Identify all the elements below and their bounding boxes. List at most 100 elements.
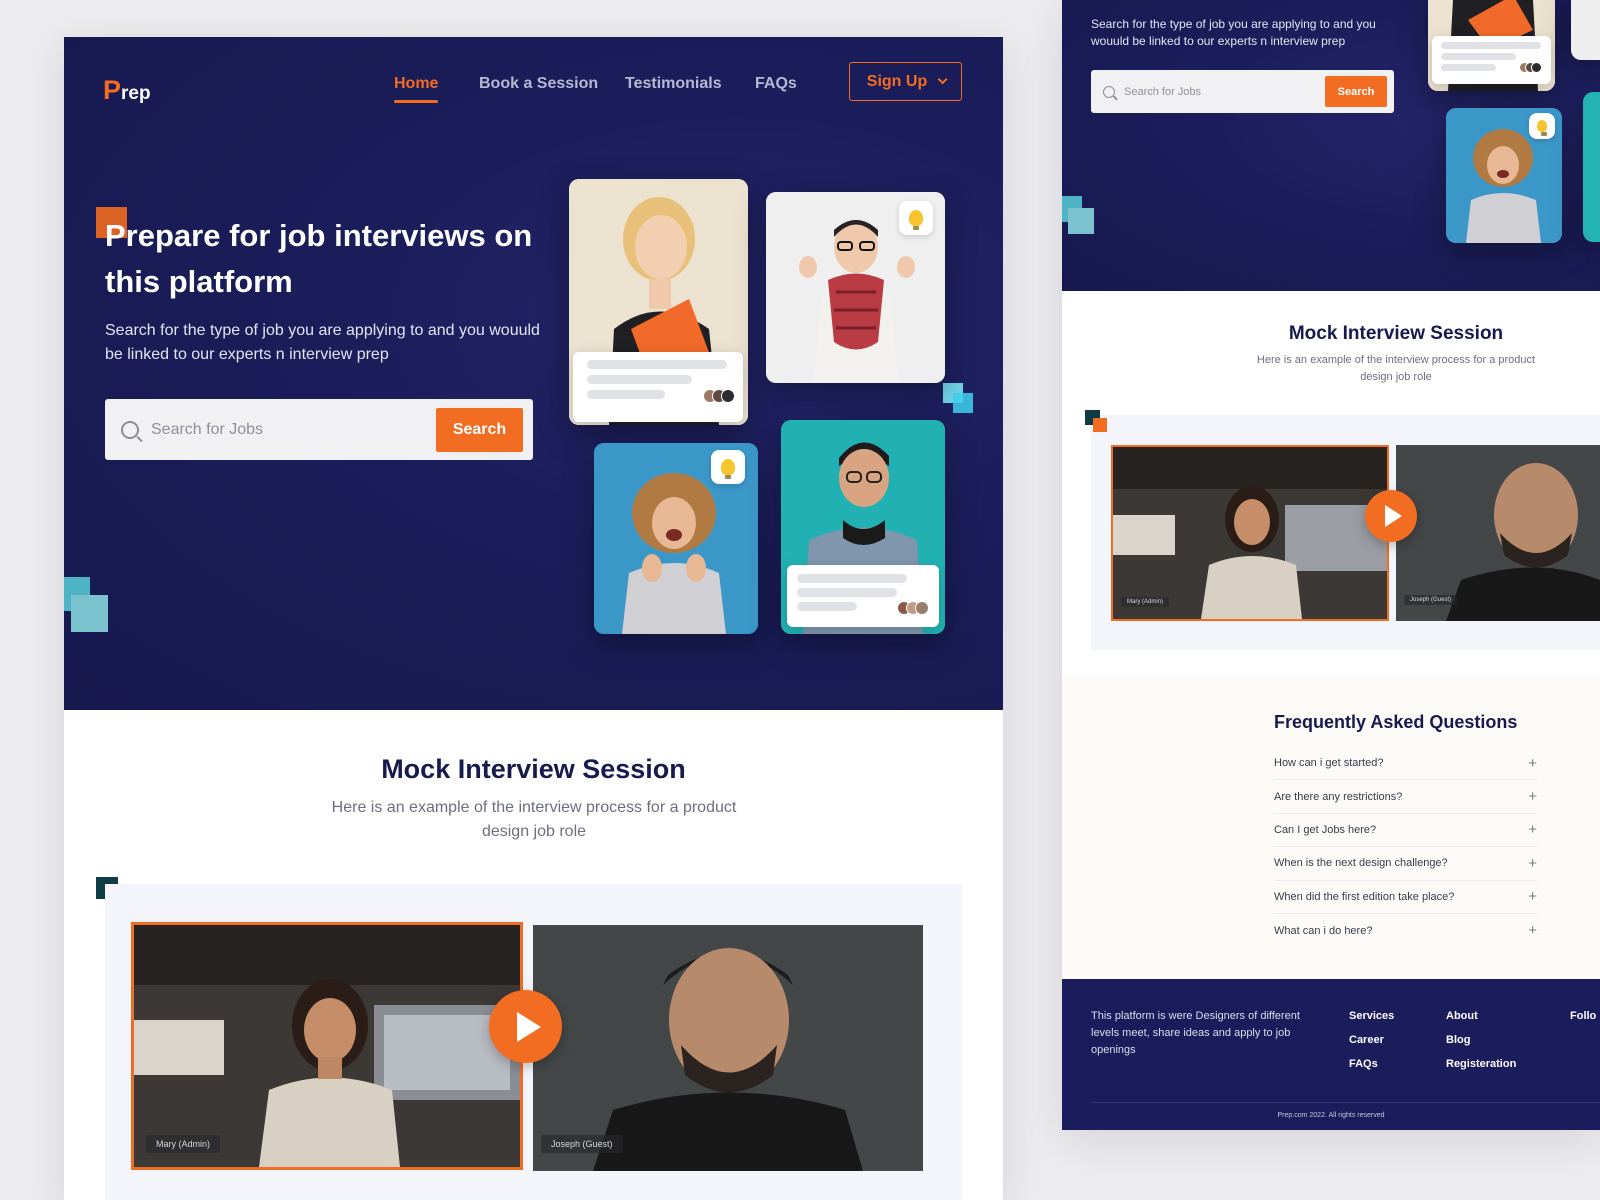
admin-video-tile-compact[interactable]: Mary (Admin) <box>1111 445 1389 621</box>
mock-interview-subtitle: Here is an example of the interview proc… <box>331 799 737 840</box>
faq-question: Can I get Jobs here? <box>1274 823 1377 836</box>
sign-up-label: Sign Up <box>866 72 928 90</box>
decor-orange-square <box>1093 418 1107 432</box>
candidate-card-2 <box>766 192 945 383</box>
nav-testimonials[interactable]: Testimonials <box>625 74 722 94</box>
footer-link-services[interactable]: Services <box>1349 1010 1394 1022</box>
profile-preview-card <box>787 565 939 627</box>
search-icon <box>121 420 139 439</box>
nav-book-session[interactable]: Book a Session <box>479 74 598 94</box>
faq-question: Are there any restrictions? <box>1274 790 1403 803</box>
lightbulb-icon <box>899 201 933 235</box>
mock-interview-title-compact: Mock Interview Session <box>1288 323 1504 344</box>
placeholder-bar <box>1441 42 1541 49</box>
decor-teal-square-2 <box>1068 208 1094 234</box>
play-icon <box>1384 505 1402 527</box>
decor-teal-square-2 <box>71 595 108 632</box>
job-search-input-compact[interactable] <box>1124 85 1325 98</box>
faq-title: Frequently Asked Questions <box>1274 712 1518 732</box>
footer-link-career[interactable]: Career <box>1349 1034 1384 1046</box>
candidate-card-4-compact <box>1583 92 1600 242</box>
avatar <box>915 601 929 615</box>
faq-list: How can i get started? + Are there any re… <box>1274 747 1537 947</box>
candidate-card-3 <box>594 443 758 634</box>
lightbulb-icon <box>711 450 745 484</box>
profile-preview-card <box>573 352 743 422</box>
candidate-card-4 <box>781 420 945 634</box>
video-call-panel-compact: Mary (Admin) Joseph (Guest) <box>1091 415 1600 650</box>
plus-icon[interactable]: + <box>1528 922 1537 939</box>
search-button[interactable]: Search <box>436 407 523 452</box>
job-search-bar: Search <box>105 399 533 460</box>
faq-item[interactable]: When is the next design challenge? + <box>1274 847 1537 881</box>
faq-item[interactable]: Are there any restrictions? + <box>1274 780 1537 814</box>
landing-page-scrolled: Search for the type of job you are apply… <box>1062 0 1600 1130</box>
faq-item[interactable]: Can I get Jobs here? + <box>1274 814 1537 848</box>
hero-section-compact: Search for the type of job you are apply… <box>1062 0 1600 291</box>
footer-description: This platform is were Designers of diffe… <box>1091 1010 1300 1056</box>
hero-title: Prepare for job interviews on this platf… <box>105 218 533 299</box>
faq-item[interactable]: When did the first edition take place? + <box>1274 881 1537 914</box>
footer-copyright: Prep.com 2022. All rights reserved <box>1277 1112 1385 1119</box>
hero-subtitle: Search for the type of job you are apply… <box>105 322 540 363</box>
hero-subtitle-compact: Search for the type of job you are apply… <box>1091 17 1376 48</box>
admin-video-tile[interactable]: Mary (Admin) <box>131 922 523 1170</box>
admin-name-tag-compact: Mary (Admin) <box>1121 597 1170 607</box>
play-button-compact[interactable] <box>1365 490 1417 542</box>
plus-icon[interactable]: + <box>1528 755 1537 772</box>
profile-preview-card <box>1432 36 1551 84</box>
candidate-card-2-compact <box>1571 0 1600 60</box>
avatar <box>721 389 735 403</box>
search-icon <box>1103 85 1115 98</box>
placeholder-bar <box>797 588 897 597</box>
guest-name-tag-compact: Joseph (Guest) <box>1404 595 1458 605</box>
chevron-down-icon <box>937 74 948 85</box>
footer-link-about[interactable]: About <box>1446 1010 1478 1022</box>
placeholder-bar <box>1441 53 1516 60</box>
admin-video-frame-compact <box>1113 447 1387 619</box>
landing-page-desktop: Prep Home Book a Session Testimonials FA… <box>64 37 1003 1200</box>
footer-link-blog[interactable]: Blog <box>1446 1034 1470 1046</box>
plus-icon[interactable]: + <box>1528 788 1537 805</box>
placeholder-bar <box>1441 64 1496 71</box>
faq-item[interactable]: How can i get started? + <box>1274 747 1537 781</box>
lightbulb-icon <box>1529 113 1555 139</box>
placeholder-bar <box>587 375 692 384</box>
faq-question: How can i get started? <box>1274 757 1384 770</box>
site-footer: This platform is were Designers of diffe… <box>1062 979 1600 1130</box>
faq-question: When did the first edition take place? <box>1274 890 1455 903</box>
video-call-panel: Mary (Admin) Joseph (Guest) <box>105 884 962 1200</box>
placeholder-bar <box>797 602 857 611</box>
avatar <box>1531 62 1542 73</box>
faq-question: What can i do here? <box>1274 924 1373 937</box>
candidate-card-1 <box>569 179 748 425</box>
guest-video-tile-compact[interactable]: Joseph (Guest) <box>1396 445 1600 621</box>
faq-item[interactable]: What can i do here? + <box>1274 914 1537 947</box>
play-icon <box>516 1011 541 1042</box>
faq-question: When is the next design challenge? <box>1274 857 1448 870</box>
guest-video-tile[interactable]: Joseph (Guest) <box>533 925 923 1171</box>
faq-section: Frequently Asked Questions How can i get… <box>1062 675 1600 979</box>
job-search-bar-compact: Search <box>1091 70 1394 113</box>
decor-cyan-square-2 <box>953 393 973 413</box>
nav-faqs[interactable]: FAQs <box>755 74 797 94</box>
nav-home[interactable]: Home <box>394 74 439 103</box>
footer-link-faqs[interactable]: FAQs <box>1349 1058 1378 1070</box>
footer-link-registration[interactable]: Registeration <box>1446 1058 1516 1070</box>
sign-up-button[interactable]: Sign Up <box>849 62 962 101</box>
footer-heading-follow: Follo <box>1570 1010 1597 1022</box>
guest-name-tag: Joseph (Guest) <box>541 1135 623 1153</box>
plus-icon[interactable]: + <box>1528 855 1537 872</box>
placeholder-bar <box>587 360 727 369</box>
search-button-compact[interactable]: Search <box>1325 76 1387 107</box>
hero-section: Prep Home Book a Session Testimonials FA… <box>64 37 1003 710</box>
job-search-input[interactable] <box>151 420 436 439</box>
plus-icon[interactable]: + <box>1528 888 1537 905</box>
footer-divider <box>1091 1102 1600 1103</box>
play-button[interactable] <box>489 990 562 1063</box>
mock-interview-title: Mock Interview Session <box>381 754 686 784</box>
candidate-card-3-compact <box>1446 108 1562 243</box>
candidate-card-1-compact <box>1428 0 1555 91</box>
plus-icon[interactable]: + <box>1528 821 1537 838</box>
avatar-group <box>1519 62 1542 73</box>
